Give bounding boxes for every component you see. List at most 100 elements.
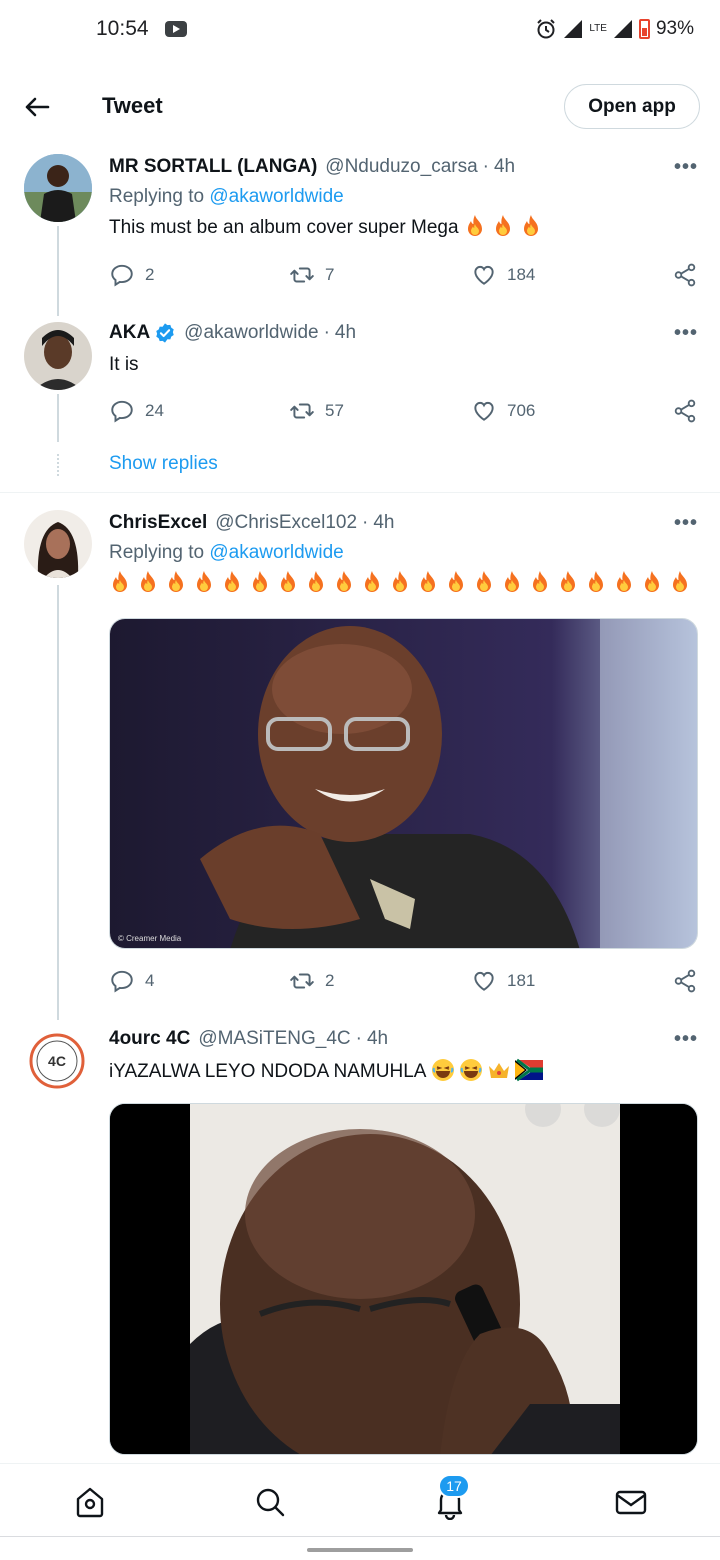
reply-button[interactable]: 2 bbox=[109, 262, 154, 288]
more-icon[interactable]: ••• bbox=[674, 156, 698, 179]
page-title: Tweet bbox=[102, 93, 163, 118]
fire-emoji bbox=[673, 571, 687, 592]
fire-emoji bbox=[533, 571, 547, 592]
reply-icon bbox=[111, 970, 133, 993]
mail-icon[interactable] bbox=[613, 1484, 649, 1520]
tweet[interactable]: 4C 4ourc 4C @MASiTENG_4C · 4h ••• iYAZAL… bbox=[0, 1022, 720, 1462]
user-handle[interactable]: @Nduduzo_carsa bbox=[325, 156, 477, 178]
like-button[interactable]: 181 bbox=[471, 968, 535, 994]
separator-dot: · bbox=[323, 322, 330, 343]
fire-emoji bbox=[253, 571, 267, 592]
reply-button[interactable]: 4 bbox=[109, 968, 154, 994]
open-app-button[interactable]: Open app bbox=[564, 84, 700, 129]
display-name[interactable]: ChrisExcel bbox=[109, 512, 207, 534]
tweet-time: 4h bbox=[373, 512, 395, 533]
reply-count: 24 bbox=[145, 401, 164, 420]
fire-emoji bbox=[467, 215, 482, 236]
tweet-time: 4h bbox=[334, 322, 357, 343]
fire-emoji bbox=[589, 571, 603, 592]
action-bar: 24 57 706 bbox=[109, 398, 698, 424]
fire-emoji bbox=[365, 571, 379, 592]
fire-emoji-row bbox=[109, 571, 697, 594]
tweet-time: 4h bbox=[493, 156, 516, 177]
reply-button[interactable]: 24 bbox=[109, 398, 164, 424]
thread-dots bbox=[57, 454, 59, 476]
retweet-button[interactable]: 2 bbox=[289, 968, 334, 994]
user-handle[interactable]: @akaworldwide bbox=[184, 322, 318, 344]
display-name[interactable]: 4ourc 4C bbox=[109, 1028, 190, 1050]
tweet-image[interactable]: © Creamer Media bbox=[109, 618, 698, 949]
more-icon[interactable]: ••• bbox=[674, 512, 698, 535]
status-time: 10:54 bbox=[96, 17, 149, 40]
network-type: LTE bbox=[589, 23, 607, 34]
south-africa-flag-emoji bbox=[514, 1058, 543, 1082]
bottom-navigation: 17 bbox=[0, 1463, 720, 1538]
heart-icon bbox=[474, 265, 494, 285]
action-bar: 4 2 181 bbox=[109, 968, 698, 994]
tweet-time: 4h bbox=[366, 1028, 389, 1049]
fire-emoji bbox=[113, 571, 127, 592]
search-icon[interactable] bbox=[252, 1484, 288, 1520]
notifications-tab[interactable]: 17 bbox=[432, 1474, 470, 1521]
home-icon[interactable] bbox=[72, 1484, 108, 1520]
like-count: 184 bbox=[507, 265, 536, 284]
separator-dot: · bbox=[355, 1028, 362, 1049]
thread-line bbox=[57, 585, 59, 1020]
back-arrow-icon[interactable] bbox=[22, 92, 52, 122]
reply-count: 2 bbox=[145, 265, 155, 284]
replying-to: Replying to @akaworldwide bbox=[109, 186, 698, 208]
user-handle[interactable]: @MASiTENG_4C bbox=[198, 1028, 350, 1050]
share-button[interactable] bbox=[672, 398, 698, 424]
tweet[interactable]: MR SORTALL (LANGA) @Nduduzo_carsa · 4h •… bbox=[0, 150, 720, 316]
fire-emoji bbox=[169, 571, 183, 592]
home-indicator[interactable] bbox=[307, 1548, 413, 1552]
fire-emoji bbox=[197, 571, 211, 592]
system-nav-divider bbox=[0, 1536, 720, 1537]
alarm-icon bbox=[537, 19, 556, 39]
share-icon bbox=[674, 969, 696, 993]
share-icon bbox=[674, 263, 696, 287]
fire-emoji bbox=[421, 571, 435, 592]
avatar[interactable] bbox=[24, 154, 92, 222]
tweet-text bbox=[109, 570, 698, 597]
tweet[interactable]: ChrisExcel @ChrisExcel102 · 4h ••• Reply… bbox=[0, 505, 720, 1020]
fire-emoji bbox=[225, 571, 239, 592]
tweet[interactable]: AKA @akaworldwide · 4h ••• It is 24 57 7… bbox=[0, 318, 720, 488]
replying-to: Replying to @akaworldwide bbox=[109, 542, 698, 564]
display-name[interactable]: AKA bbox=[109, 322, 150, 344]
show-replies-link[interactable]: Show replies bbox=[109, 453, 218, 475]
thread-line bbox=[57, 394, 59, 442]
avatar[interactable]: 4C bbox=[24, 1028, 90, 1094]
share-button[interactable] bbox=[672, 262, 698, 288]
user-handle[interactable]: @ChrisExcel102 bbox=[215, 512, 357, 534]
more-icon[interactable]: ••• bbox=[674, 322, 698, 345]
photo-laughing-man: © Creamer Media bbox=[110, 619, 697, 948]
fire-emoji bbox=[495, 215, 510, 236]
fire-emoji-group bbox=[464, 215, 548, 238]
retweet-icon bbox=[290, 267, 314, 283]
mention-link[interactable]: @akaworldwide bbox=[209, 186, 343, 207]
emoji-group bbox=[431, 1058, 547, 1082]
reply-icon bbox=[111, 264, 133, 287]
avatar[interactable] bbox=[24, 322, 92, 390]
retweet-count: 2 bbox=[325, 971, 335, 990]
like-button[interactable]: 184 bbox=[471, 262, 535, 288]
fire-emoji bbox=[645, 571, 659, 592]
retweet-button[interactable]: 57 bbox=[289, 398, 344, 424]
mention-link[interactable]: @akaworldwide bbox=[209, 542, 343, 563]
image-credit: © Creamer Media bbox=[118, 934, 182, 943]
display-name[interactable]: MR SORTALL (LANGA) bbox=[109, 156, 317, 178]
battery-icon bbox=[638, 19, 650, 39]
reply-icon bbox=[111, 400, 133, 423]
retweet-count: 7 bbox=[325, 265, 335, 284]
retweet-icon bbox=[290, 403, 314, 419]
youtube-notification-icon bbox=[165, 21, 187, 37]
more-icon[interactable]: ••• bbox=[674, 1028, 698, 1051]
share-button[interactable] bbox=[672, 968, 698, 994]
like-button[interactable]: 706 bbox=[471, 398, 535, 424]
tweet-image[interactable] bbox=[109, 1103, 698, 1455]
retweet-button[interactable]: 7 bbox=[289, 262, 334, 288]
separator-dot: · bbox=[362, 512, 369, 533]
avatar[interactable] bbox=[24, 510, 92, 578]
tweet-text-body: This must be an album cover super Mega bbox=[109, 217, 459, 238]
